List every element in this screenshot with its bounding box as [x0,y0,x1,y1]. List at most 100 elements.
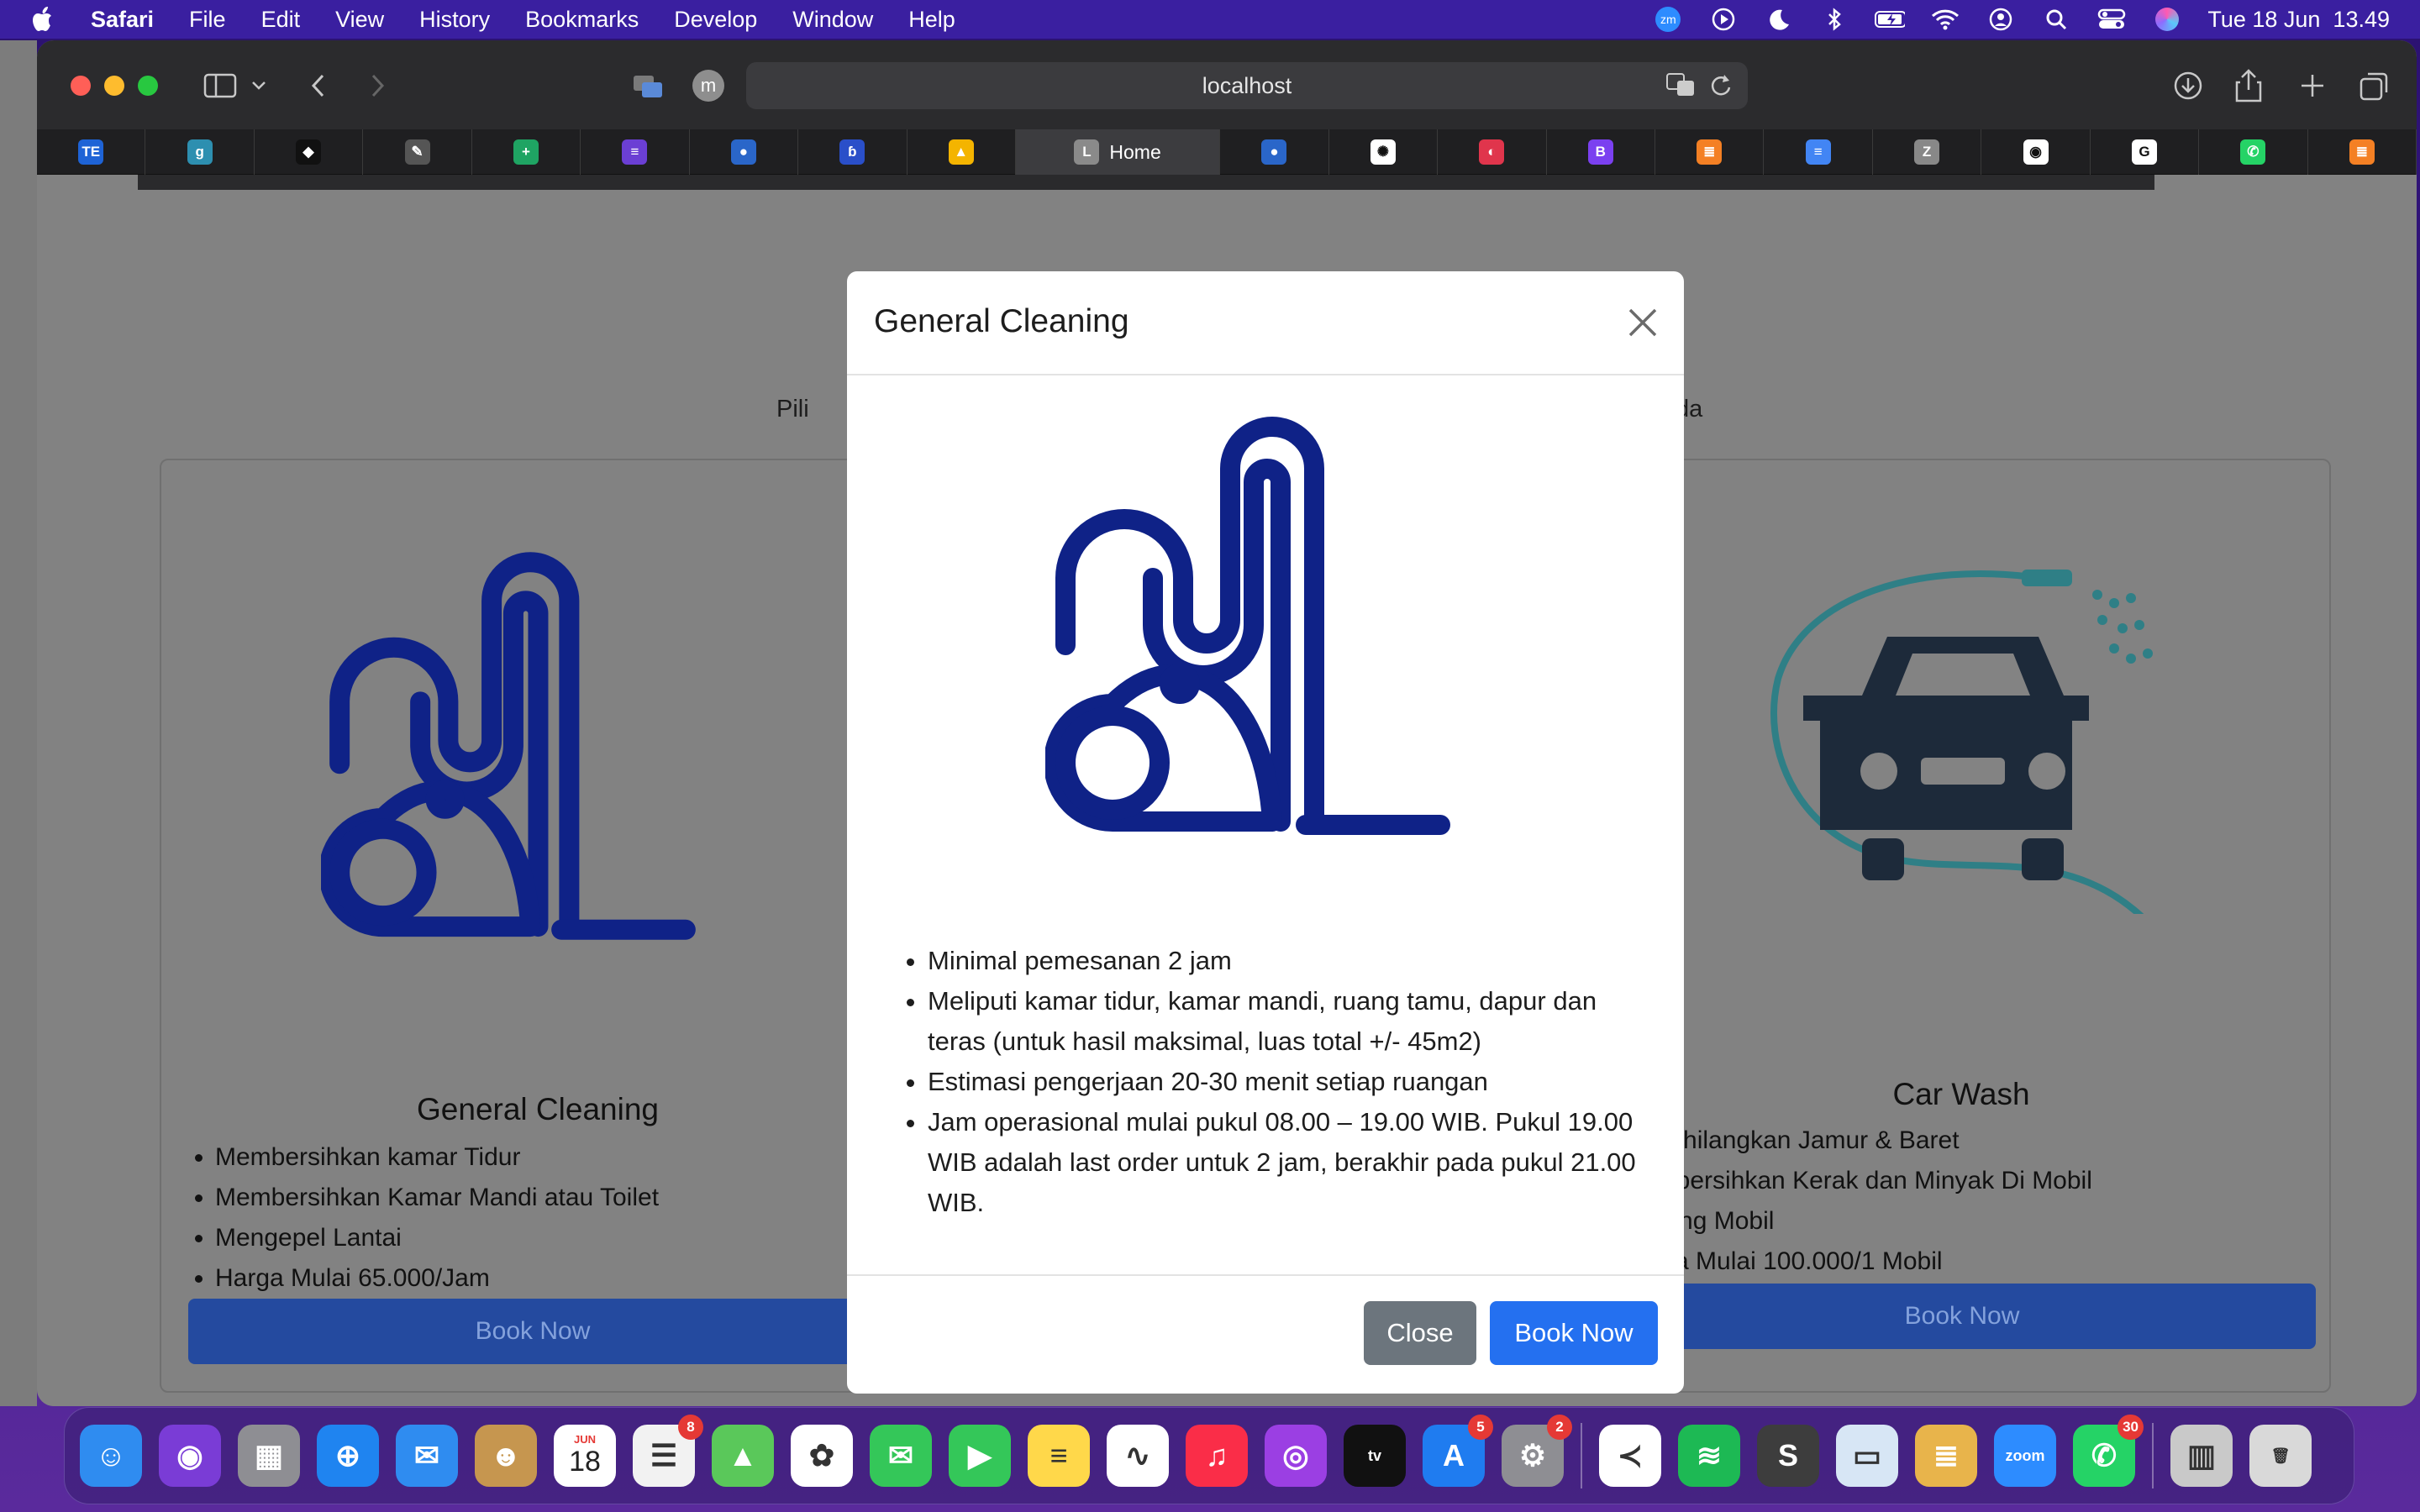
tab-pinned[interactable]: B [1547,129,1655,175]
moon-icon[interactable] [1764,7,1794,32]
minimize-window-button[interactable] [104,76,124,96]
zoom-window-button[interactable] [138,76,158,96]
tab-pinned[interactable]: ◐ [1438,129,1547,175]
calendar-icon[interactable]: JUN 18 [554,1425,616,1487]
menu-window[interactable]: Window [792,7,873,33]
spotify-icon[interactable]: ≋ [1678,1425,1740,1487]
share-icon[interactable] [2230,67,2267,104]
tab-overview-icon[interactable] [630,67,667,104]
tab-home[interactable]: L Home [1015,129,1221,175]
tab-pinned[interactable]: ≡ [581,129,690,175]
facetime-icon[interactable]: ▶ [949,1425,1011,1487]
search-icon[interactable] [2041,7,2071,32]
freeform-icon[interactable]: ∿ [1107,1425,1169,1487]
tab-pinned[interactable]: ◆ [255,129,364,175]
profile-avatar[interactable]: m [691,67,726,104]
podcasts-icon[interactable]: ◎ [1265,1425,1327,1487]
card-feature-list: Menghilangkan Jamur & Baret Membersihkan… [1620,1121,2092,1282]
bootstrap-icon: B [1587,139,1613,165]
sheets-icon: + [513,139,539,165]
wifi-icon[interactable] [1930,7,1960,32]
clock-datetime[interactable]: Tue 18 Jun 13.49 [2207,7,2390,33]
menu-history[interactable]: History [419,7,490,33]
menu-bookmarks[interactable]: Bookmarks [525,7,639,33]
contacts-icon[interactable]: ☻ [475,1425,537,1487]
appstore-icon[interactable]: A5 [1423,1415,1493,1487]
translate-icon[interactable] [1665,71,1696,105]
back-icon[interactable] [306,67,331,104]
tab-pinned[interactable]: ● [690,129,799,175]
book-now-button[interactable]: Book Now [1490,1301,1658,1365]
sidebar-toggle-icon[interactable] [202,67,239,104]
siri-icon[interactable]: ◉ [159,1425,221,1487]
archive-icon[interactable]: ▥ [2170,1425,2233,1487]
menu-view[interactable]: View [335,7,384,33]
reload-icon[interactable] [1707,71,1733,105]
preview-icon[interactable]: ▭ [1836,1425,1898,1487]
tab-pinned[interactable]: ≣ [2308,129,2417,175]
mail-icon[interactable]: ✉ [396,1425,458,1487]
battery-icon[interactable] [1875,7,1906,32]
notes-icon[interactable]: ≡ [1028,1425,1090,1487]
tab-pinned[interactable]: ▲ [908,129,1016,175]
menu-app-name[interactable]: Safari [91,7,154,33]
tab-pinned[interactable]: ✆ [2199,129,2308,175]
bluetooth-icon[interactable] [1819,7,1849,32]
trash-icon[interactable]: 🗑 [2249,1425,2312,1487]
apple-icon[interactable] [32,7,57,32]
settings-icon[interactable]: ⚙ 2 [1502,1415,1572,1487]
zoom-icon[interactable]: zoom [1994,1425,2056,1487]
tab-pinned[interactable]: ≡ [1764,129,1873,175]
tab-pinned[interactable]: ɓ [798,129,908,175]
whatsapp-icon[interactable]: ✆ 30 [2073,1415,2144,1487]
sequel-icon[interactable]: ≣ [1915,1425,1977,1487]
siri-icon[interactable] [2152,7,2182,32]
photos-icon[interactable]: ✿ [791,1425,853,1487]
zoom-icon[interactable]: zm [1653,7,1683,32]
vscode-icon[interactable]: ≺ [1599,1425,1661,1487]
menu-develop[interactable]: Develop [674,7,757,33]
play-icon[interactable] [1708,7,1739,32]
music-icon[interactable]: ♫ [1186,1425,1248,1487]
safari-toolbar: m localhost [37,40,2417,129]
maps-icon[interactable]: ▲ [712,1425,774,1487]
tab-pinned[interactable]: ● [1220,129,1329,175]
close-icon[interactable] [1623,303,1662,342]
tab-pinned[interactable]: ✎ [363,129,472,175]
control-center-icon[interactable] [2096,7,2127,32]
tab-pinned[interactable]: g [145,129,255,175]
close-window-button[interactable] [71,76,91,96]
tab-pinned[interactable]: TE [37,129,146,175]
book-now-button[interactable]: Book Now [188,1299,877,1364]
messages-icon[interactable]: ✉ [870,1425,932,1487]
tab-pinned[interactable]: ✺ [1329,129,1439,175]
user-icon[interactable] [1986,7,2016,32]
launchpad-icon[interactable]: ▦ [238,1425,300,1487]
finder-icon[interactable]: ☺ [80,1425,142,1487]
appletv-icon[interactable]: tv [1344,1425,1406,1487]
close-button[interactable]: Close [1364,1301,1476,1365]
menu-help[interactable]: Help [908,7,955,33]
tab-pinned[interactable]: G [2091,129,2200,175]
reminders-icon[interactable]: ☰ 8 [633,1415,703,1487]
intro-text-left: Pili [776,396,809,423]
new-tab-icon[interactable] [2294,67,2331,104]
menu-edit[interactable]: Edit [261,7,301,33]
dock-separator [2152,1423,2154,1488]
address-bar[interactable]: localhost [746,62,1748,109]
forward-icon[interactable] [365,67,390,104]
card-feature-list: Membersihkan kamar Tidur Membersihkan Ka… [215,1137,659,1299]
menu-file[interactable]: File [189,7,226,33]
url-text[interactable]: localhost [1202,73,1292,99]
show-tabs-icon[interactable] [2356,67,2393,104]
book-now-button[interactable]: Book Now [1608,1284,2316,1349]
tab-pinned[interactable]: ≣ [1655,129,1765,175]
stackoverflow-icon: ≣ [1697,139,1723,165]
downloads-icon[interactable] [2170,67,2207,104]
tab-pinned[interactable]: Z [1873,129,1982,175]
chevron-down-icon[interactable] [249,67,269,104]
sublime-icon[interactable]: S [1757,1425,1819,1487]
tab-pinned[interactable]: + [472,129,581,175]
tab-pinned[interactable]: ◉ [1981,129,2091,175]
safari-icon[interactable]: ⊕ [317,1425,379,1487]
